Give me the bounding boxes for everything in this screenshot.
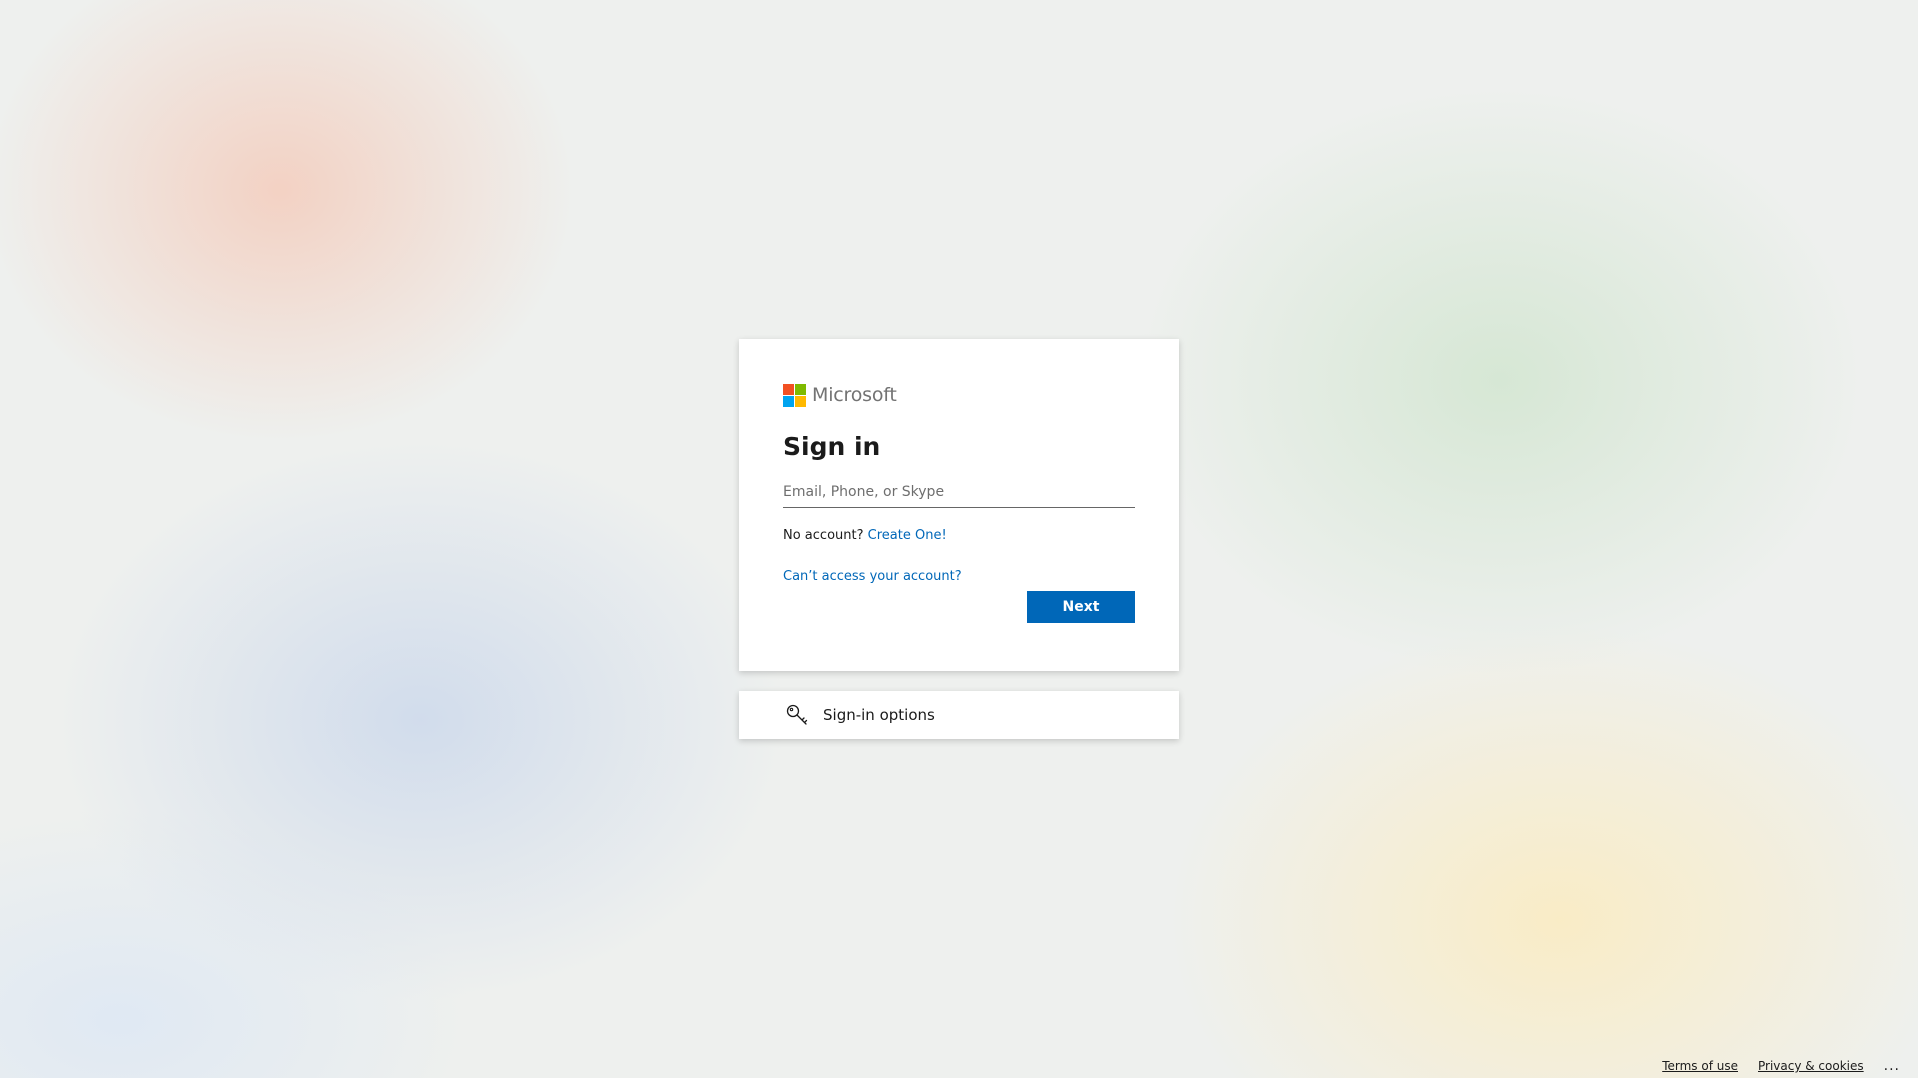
privacy-cookies-link[interactable]: Privacy & cookies (1758, 1059, 1864, 1073)
brand-name: Microsoft (812, 384, 897, 406)
microsoft-logo: Microsoft (783, 383, 1135, 407)
signin-options-label: Sign-in options (823, 706, 935, 724)
footer: Terms of use Privacy & cookies ... (1642, 1058, 1900, 1074)
microsoft-logo-icon (783, 383, 806, 407)
next-button[interactable]: Next (1027, 591, 1135, 623)
key-icon (786, 704, 808, 725)
signin-options-button[interactable]: Sign-in options (739, 691, 1179, 739)
cant-access-row: Can’t access your account? (783, 569, 1135, 584)
signin-card: Microsoft Sign in No account? Create One… (739, 339, 1179, 671)
create-account-link[interactable]: Create One! (868, 528, 947, 543)
no-account-text: No account? (783, 528, 864, 543)
no-account-row: No account? Create One! (783, 528, 1135, 543)
email-field[interactable] (783, 480, 1135, 507)
email-field-wrapper (783, 480, 1135, 508)
terms-of-use-link[interactable]: Terms of use (1662, 1059, 1738, 1073)
page-title: Sign in (783, 432, 881, 461)
cant-access-link[interactable]: Can’t access your account? (783, 569, 962, 584)
more-options-icon[interactable]: ... (1884, 1058, 1900, 1074)
